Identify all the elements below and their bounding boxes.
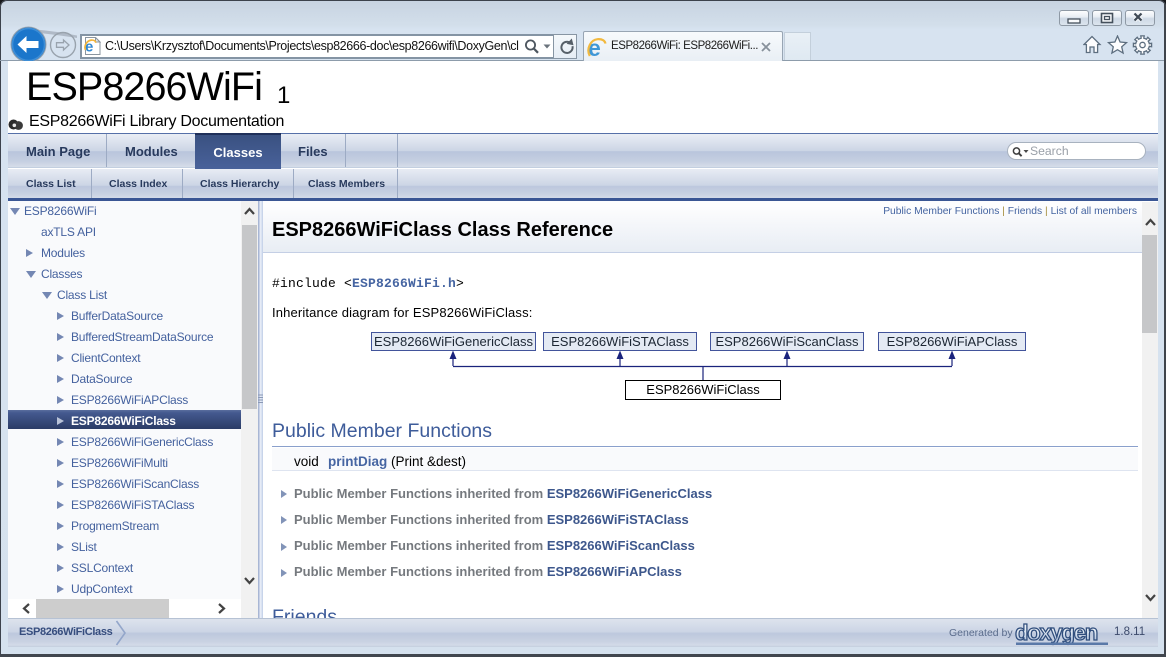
svg-text:doxygen: doxygen [1015,621,1098,645]
